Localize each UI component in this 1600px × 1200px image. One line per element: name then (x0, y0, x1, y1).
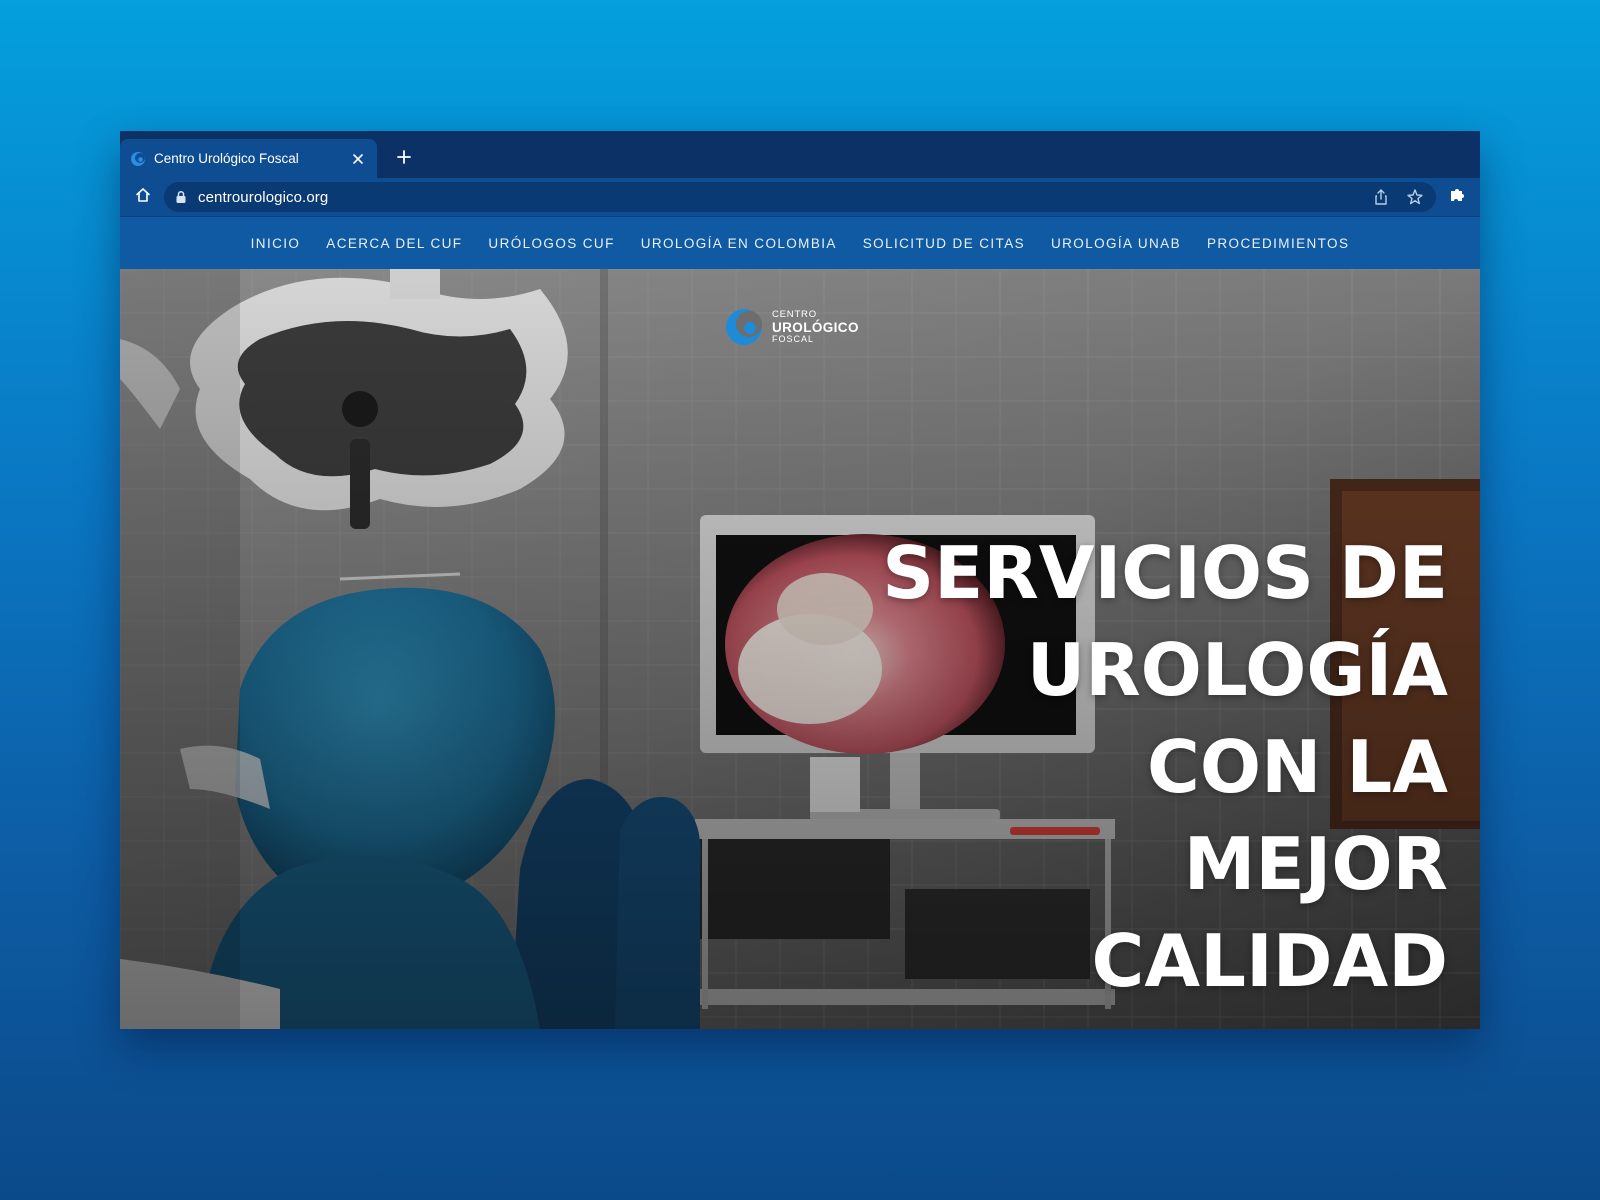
nav-item-solicitud-citas[interactable]: SOLICITUD DE CITAS (850, 236, 1038, 251)
hero-banner: CENTRO UROLÓGICO FOSCAL SERVICIOS DE URO… (120, 269, 1480, 1029)
nav-item-urologia-unab[interactable]: UROLOGÍA UNAB (1038, 236, 1194, 251)
headline-line: SERVICIOS DE (882, 531, 1448, 615)
site-nav: INICIO ACERCA DEL CUF URÓLOGOS CUF UROLO… (120, 217, 1480, 269)
nav-item-procedimientos[interactable]: PROCEDIMIENTOS (1194, 236, 1362, 251)
new-tab-button[interactable] (392, 147, 416, 171)
tab-title: Centro Urológico Foscal (154, 151, 299, 166)
crescent-logo-icon (726, 309, 762, 345)
nav-item-inicio[interactable]: INICIO (238, 236, 314, 251)
site-logo[interactable]: CENTRO UROLÓGICO FOSCAL (724, 307, 859, 347)
home-button[interactable] (132, 186, 154, 208)
close-icon[interactable] (349, 150, 367, 168)
browser-window: Centro Urológico Foscal centrourologico.… (120, 131, 1480, 1029)
crescent-logo-icon (130, 151, 146, 167)
hero-headline: SERVICIOS DE UROLOGÍA CON LA MEJOR CALID… (882, 525, 1448, 1010)
tab-active[interactable]: Centro Urológico Foscal (120, 139, 377, 178)
url-text: centrourologico.org (198, 188, 329, 206)
headline-line: CALIDAD (1091, 919, 1448, 1003)
logo-line-1: CENTRO (772, 309, 817, 320)
extensions-button[interactable] (1446, 186, 1468, 208)
nav-item-urologia-colombia[interactable]: UROLOGÍA EN COLOMBIA (628, 236, 850, 251)
headline-line: UROLOGÍA (1026, 628, 1448, 712)
home-icon (134, 186, 152, 209)
nav-item-acerca[interactable]: ACERCA DEL CUF (313, 236, 475, 251)
logo-line-2: UROLÓGICO (772, 319, 859, 335)
bookmark-star-icon[interactable] (1404, 186, 1426, 208)
extensions-puzzle-icon (1448, 186, 1466, 209)
lock-icon (174, 190, 188, 204)
share-icon[interactable] (1370, 186, 1392, 208)
address-bar[interactable]: centrourologico.org (164, 182, 1436, 212)
logo-line-3: FOSCAL (772, 334, 815, 344)
browser-toolbar: centrourologico.org (120, 178, 1480, 217)
plus-icon (396, 149, 412, 170)
headline-line: MEJOR (1183, 822, 1448, 906)
nav-item-urologos[interactable]: URÓLOGOS CUF (475, 236, 627, 251)
headline-line: CON LA (1147, 725, 1448, 809)
tab-bar: Centro Urológico Foscal (120, 131, 1480, 178)
